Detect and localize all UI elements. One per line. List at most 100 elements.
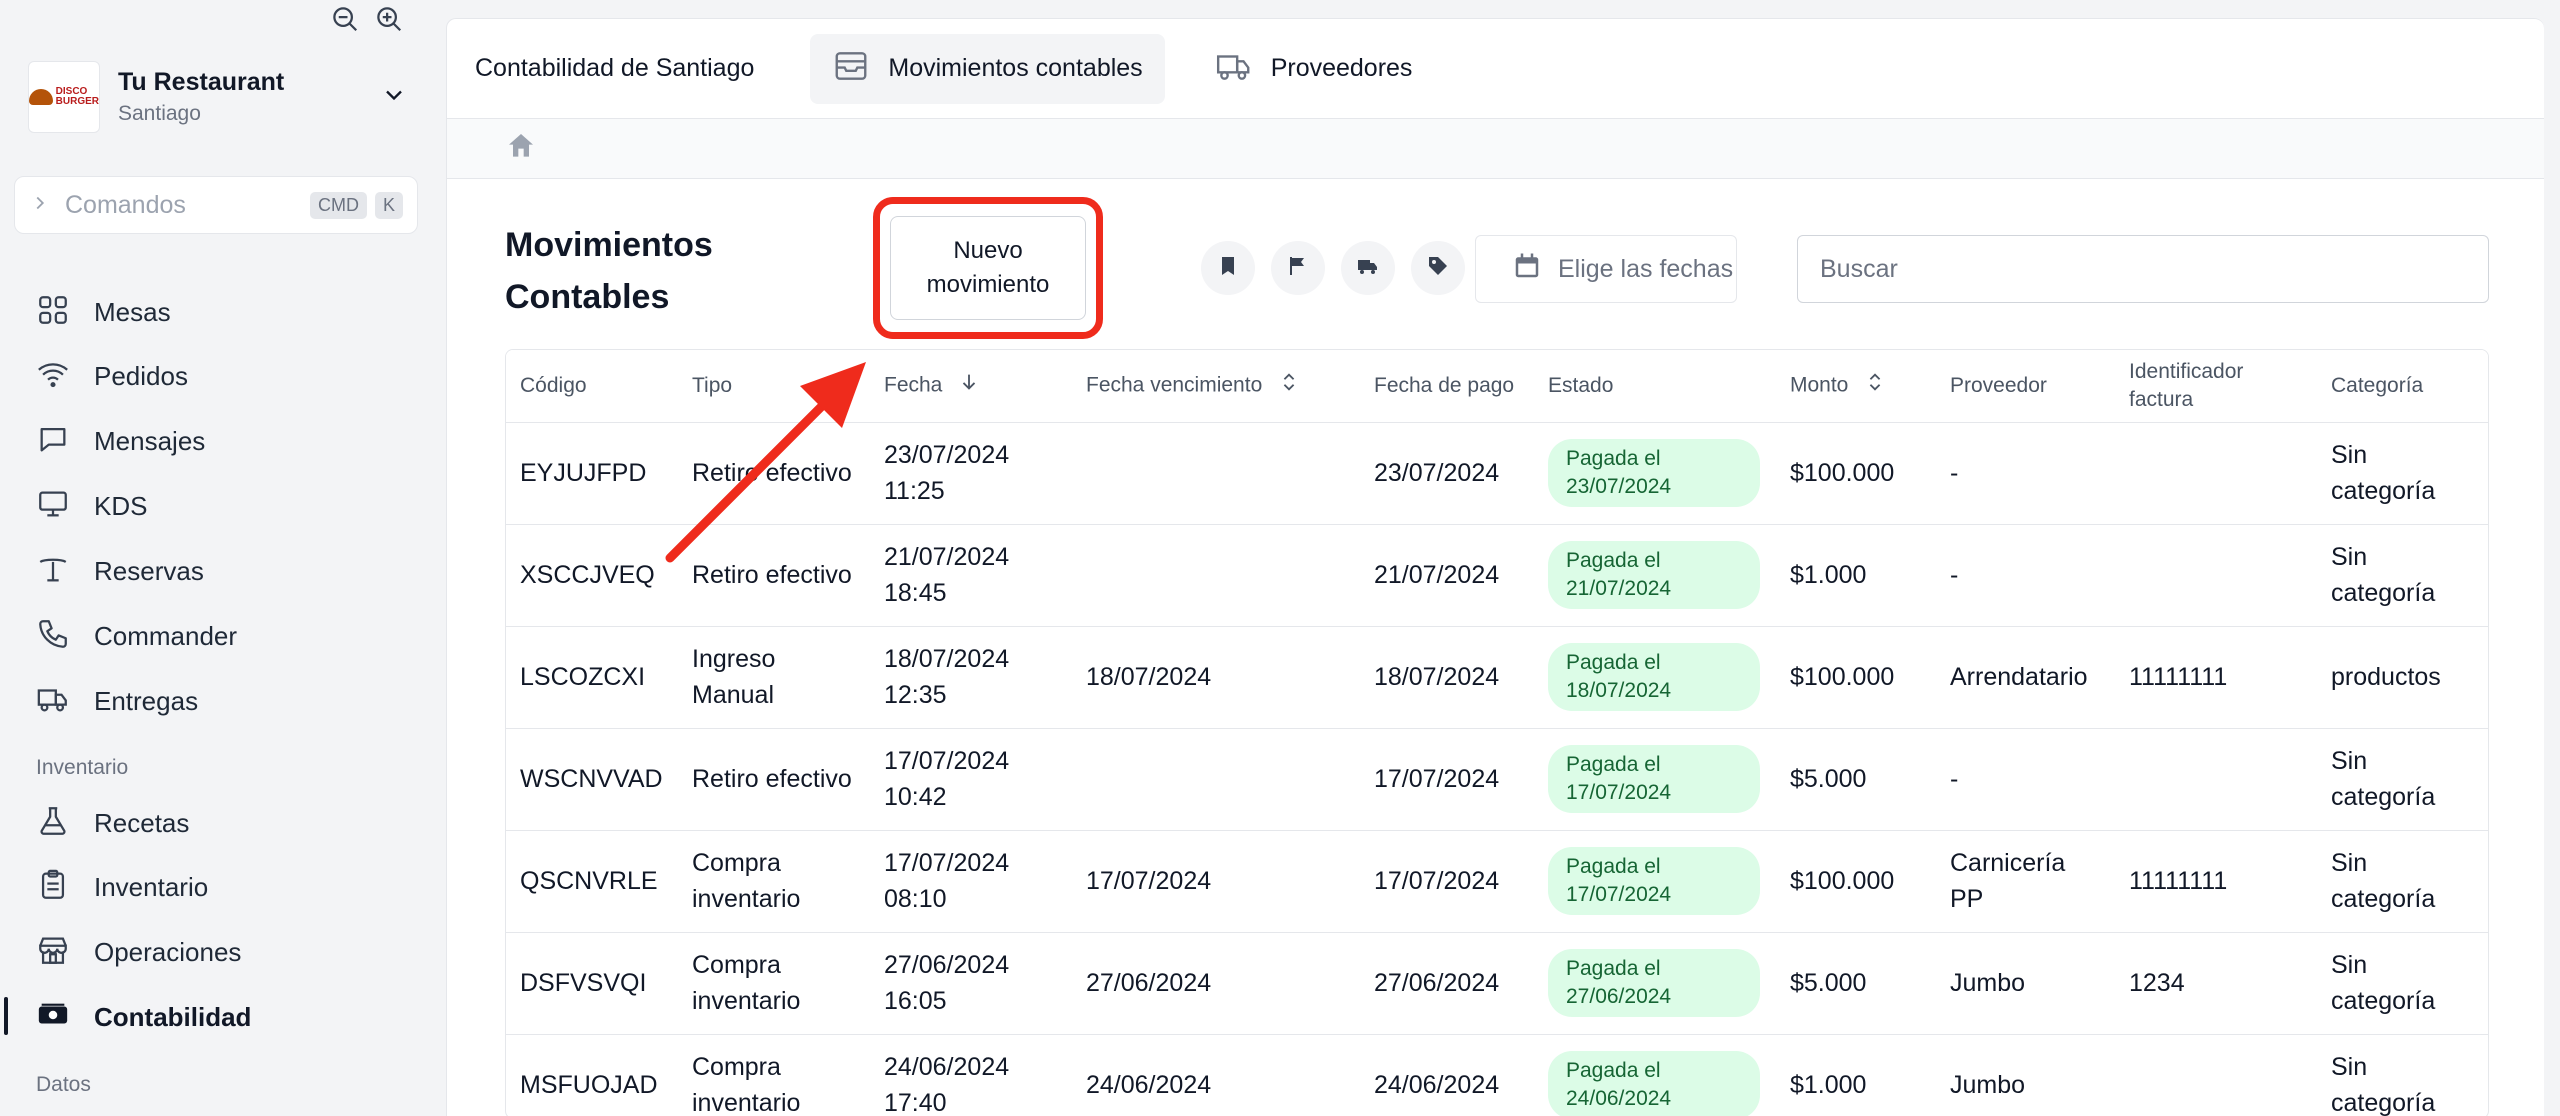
cell-estado: Pagada el 24/06/2024	[1534, 1034, 1776, 1116]
cell-tipo: Ingreso Manual	[692, 645, 776, 709]
sidebar-item-label: Contabilidad	[94, 1001, 252, 1032]
cell-estado: Pagada el 21/07/2024	[1534, 524, 1776, 626]
status-badge: Pagada el 21/07/2024	[1548, 541, 1760, 609]
cell-proveedor: Jumbo	[1950, 969, 2026, 997]
table-body: EYJUJFPD Retiro efectivo 23/07/2024 11:25 2…	[506, 422, 2488, 1116]
sidebar-item-label: Recetas	[94, 807, 190, 838]
cell-vencimiento	[1072, 422, 1360, 524]
column-header-categoria[interactable]: Categoría	[2317, 350, 2488, 422]
tab-label: Proveedores	[1270, 54, 1413, 82]
page-section-title: Contabilidad de Santiago	[475, 54, 755, 82]
tab-movimientos-contables[interactable]: Movimientos contables	[810, 33, 1165, 104]
cell-factura	[2115, 422, 2317, 524]
cell-monto: $1.000	[1790, 561, 1867, 589]
cell-monto: $5.000	[1790, 969, 1867, 997]
column-header-fecha-vencimiento[interactable]: Fecha vencimiento	[1072, 350, 1360, 422]
cell-tipo: Compra inventario	[692, 849, 801, 913]
tag-filter-button[interactable]	[1411, 241, 1465, 295]
column-header-proveedor[interactable]: Proveedor	[1936, 350, 2115, 422]
cell-tipo: Compra inventario	[692, 951, 801, 1015]
cash-icon	[36, 998, 70, 1037]
command-palette-button[interactable]: Comandos CMD K	[14, 176, 418, 234]
cell-estado: Pagada el 23/07/2024	[1534, 422, 1776, 524]
column-header-monto[interactable]: Monto	[1776, 350, 1936, 422]
cell-estado: Pagada el 17/07/2024	[1534, 728, 1776, 830]
sidebar-item-contabilidad[interactable]: Contabilidad	[36, 993, 251, 1041]
sort-icon[interactable]	[1278, 371, 1300, 401]
store-icon	[36, 933, 70, 972]
sidebar-item-operaciones[interactable]: Operaciones	[36, 928, 241, 976]
truck-icon	[1356, 254, 1380, 283]
cell-monto: $100.000	[1790, 663, 1895, 691]
column-header-fecha[interactable]: Fecha	[870, 350, 1072, 422]
sidebar-item-inventario[interactable]: Inventario	[36, 863, 208, 911]
bookmark-filter-button[interactable]	[1201, 241, 1255, 295]
column-header-label: Fecha	[884, 373, 943, 397]
arrow-down-icon[interactable]	[958, 371, 980, 401]
cell-proveedor: -	[1950, 459, 1959, 487]
table-row[interactable]: WSCNVVAD Retiro efectivo 17/07/2024 10:42 1…	[506, 728, 2488, 830]
monitor-icon	[36, 487, 70, 526]
date-range-picker[interactable]: Elige las fechas	[1475, 235, 1737, 303]
column-header-label: Monto	[1790, 373, 1849, 397]
table-row[interactable]: LSCOZCXI Ingreso Manual 18/07/2024 12:35 18…	[506, 626, 2488, 728]
zoom-controls	[330, 4, 404, 39]
sidebar-item-label: Commander	[94, 620, 238, 651]
sidebar-item-pedidos[interactable]: Pedidos	[36, 352, 188, 400]
sidebar-item-label: Inventario	[94, 871, 209, 902]
column-header-estado[interactable]: Estado	[1534, 350, 1776, 422]
chevron-down-icon[interactable]	[380, 81, 408, 114]
flag-icon	[1286, 254, 1310, 283]
sidebar-item-entregas[interactable]: Entregas	[36, 677, 198, 725]
sidebar-item-mesas[interactable]: Mesas	[36, 288, 171, 336]
zoom-in-icon[interactable]	[374, 4, 404, 39]
cell-monto: $100.000	[1790, 459, 1895, 487]
column-header-fecha-pago[interactable]: Fecha de pago	[1360, 350, 1534, 422]
table-row[interactable]: XSCCJVEQ Retiro efectivo 21/07/2024 18:45 2…	[506, 524, 2488, 626]
sidebar-item-mensajes[interactable]: Mensajes	[36, 417, 205, 465]
table-row[interactable]: DSFVSVQI Compra inventario 27/06/2024 16:0…	[506, 932, 2488, 1034]
cell-categoria: Sin categoría	[2331, 1053, 2436, 1116]
home-icon[interactable]	[505, 130, 537, 167]
sidebar-item-recetas[interactable]: Recetas	[36, 799, 189, 847]
status-badge: Pagada el 23/07/2024	[1548, 439, 1760, 507]
cell-factura: 11111111	[2129, 663, 2228, 691]
flag-filter-button[interactable]	[1271, 241, 1325, 295]
sidebar-item-label: Reservas	[94, 555, 204, 586]
cell-categoria: productos	[2331, 663, 2441, 691]
cell-categoria: Sin categoría	[2331, 849, 2436, 913]
flask-icon	[36, 804, 70, 843]
restaurant-selector[interactable]: DISCO BURGER Tu Restaurant Santiago	[28, 60, 408, 134]
new-movement-button[interactable]: Nuevo movimiento	[890, 216, 1086, 320]
cell-fecha: 18/07/2024 12:35	[884, 645, 1010, 709]
truck-icon	[36, 682, 70, 721]
column-header-identificador-factura[interactable]: Identificador factura	[2115, 350, 2317, 422]
truck-filter-button[interactable]	[1341, 241, 1395, 295]
table-row[interactable]: EYJUJFPD Retiro efectivo 23/07/2024 11:25 2…	[506, 422, 2488, 524]
cell-proveedor: Arrendatario	[1950, 663, 2088, 691]
tab-proveedores[interactable]: Proveedores	[1193, 34, 1435, 104]
table-row[interactable]: MSFUOJAD Compra inventario 24/06/2024 17:4…	[506, 1034, 2488, 1116]
column-header-tipo[interactable]: Tipo	[678, 350, 870, 422]
sort-icon[interactable]	[1864, 371, 1886, 401]
sidebar-item-kds[interactable]: KDS	[36, 482, 147, 530]
search-input[interactable]	[1797, 235, 2489, 303]
cell-vencimiento	[1072, 524, 1360, 626]
cell-tipo: Retiro efectivo	[692, 459, 852, 487]
chevron-right-icon	[29, 192, 51, 219]
sidebar-item-commander[interactable]: Commander	[36, 612, 237, 660]
zoom-out-icon[interactable]	[330, 4, 360, 39]
table-row[interactable]: QSCNVRLE Compra inventario 17/07/2024 08:1…	[506, 830, 2488, 932]
cell-vencimiento: 27/06/2024	[1086, 969, 1212, 997]
cell-monto: $100.000	[1790, 867, 1895, 895]
sidebar-item-reservas[interactable]: Reservas	[36, 547, 204, 595]
highlight-box: Nuevo movimiento	[873, 197, 1103, 339]
cell-fecha: 23/07/2024 11:25	[884, 441, 1010, 505]
column-header-label: Fecha vencimiento	[1086, 373, 1263, 397]
cell-codigo: XSCCJVEQ	[520, 561, 655, 589]
column-header-codigo[interactable]: Código	[506, 350, 678, 422]
calendar-icon	[1512, 251, 1542, 288]
cell-codigo: WSCNVVAD	[520, 765, 663, 793]
tab-label: Movimientos contables	[888, 54, 1143, 82]
cell-tipo: Compra inventario	[692, 1053, 801, 1116]
